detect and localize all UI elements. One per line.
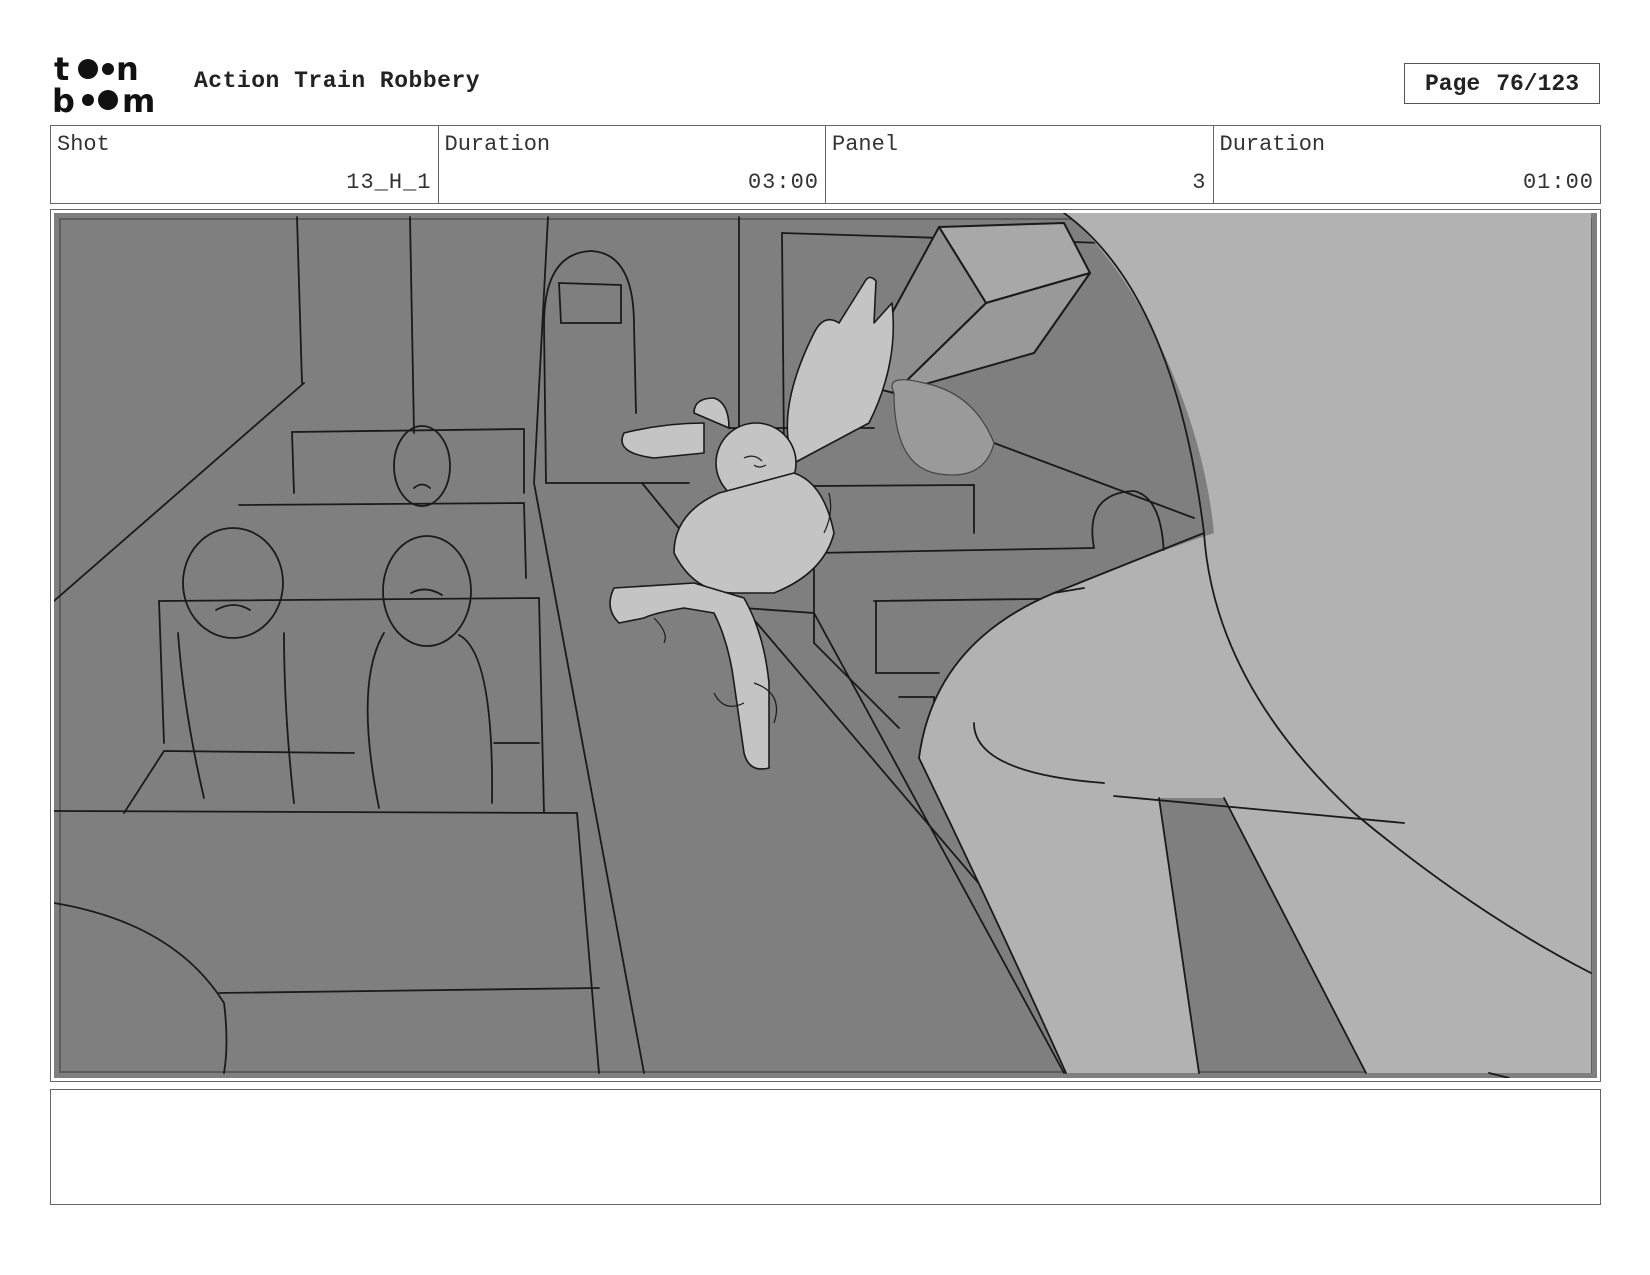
shot-value: 13_H_1 xyxy=(346,170,432,195)
panel-duration-value: 01:00 xyxy=(1522,170,1594,195)
panel-duration-cell: Duration 01:00 xyxy=(1214,126,1601,203)
svg-text:b: b xyxy=(52,82,75,116)
project-title: Action Train Robbery xyxy=(194,68,481,94)
shot-duration-label: Duration xyxy=(444,132,551,157)
page-label: Page xyxy=(1424,70,1481,97)
panel-value: 3 xyxy=(1192,170,1207,195)
panel-label: Panel xyxy=(832,132,899,157)
storyboard-sketch xyxy=(54,213,1597,1078)
svg-text:m: m xyxy=(122,82,155,116)
shot-cell: Shot 13_H_1 xyxy=(51,126,439,203)
page-number: 76/123 xyxy=(1496,70,1580,97)
toon-boom-logo: t n b m xyxy=(52,50,172,120)
storyboard-panel xyxy=(50,209,1601,1082)
shot-label: Shot xyxy=(57,132,110,157)
shot-duration-value: 03:00 xyxy=(747,170,819,195)
shot-duration-cell: Duration 03:00 xyxy=(439,126,826,203)
panel-duration-label: Duration xyxy=(1219,132,1326,157)
panel-cell: Panel 3 xyxy=(826,126,1214,203)
shot-info-bar: Shot 13_H_1 Duration 03:00 Panel 3 Durat… xyxy=(50,125,1601,204)
page-indicator: Page 76/123 xyxy=(1404,63,1600,104)
panel-notes-box xyxy=(50,1089,1601,1205)
